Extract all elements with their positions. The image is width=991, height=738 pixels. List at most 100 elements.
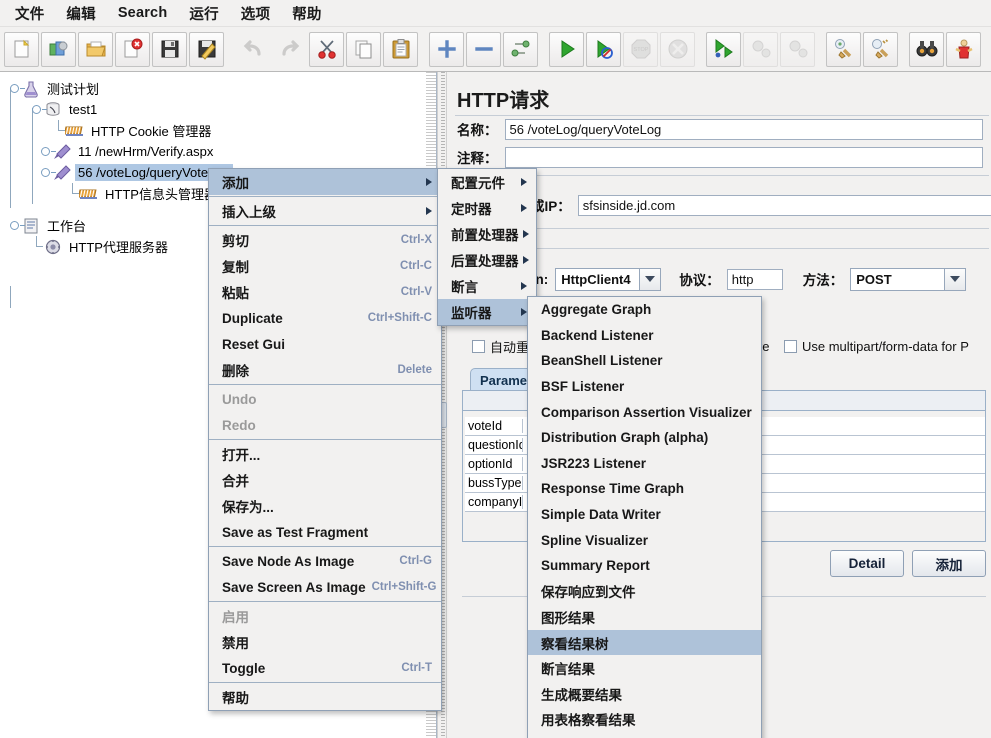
ctx-merge[interactable]: 合并 xyxy=(209,467,441,493)
comment-input[interactable] xyxy=(504,146,983,168)
detail-button[interactable]: Detail xyxy=(830,550,904,577)
add-submenu[interactable]: 配置元件 定时器 前置处理器 后置处理器 断言 监听器 xyxy=(437,168,537,326)
listener-aggregate-graph[interactable]: Aggregate Graph xyxy=(528,297,761,323)
listener-submenu[interactable]: Aggregate Graph Backend Listener BeanShe… xyxy=(527,296,762,738)
listener-beanshell-listener[interactable]: BeanShell Listener xyxy=(528,348,761,374)
implementation-select[interactable]: HttpClient4 xyxy=(555,267,662,291)
ctx-help[interactable]: 帮助 xyxy=(209,684,441,710)
menu-file[interactable]: 文件 xyxy=(4,0,55,28)
start-play-icon[interactable] xyxy=(549,31,584,67)
paste-clipboard-icon[interactable] xyxy=(383,31,418,67)
redo-icon[interactable] xyxy=(272,32,307,67)
server-input[interactable]: sfsinside.jd.com xyxy=(577,194,991,216)
listener-view-results-tree[interactable]: 察看结果树 xyxy=(528,629,761,656)
ctx-save-screen-as-image[interactable]: Save Screen As Image Ctrl+Shift-G xyxy=(209,574,441,600)
shutdown-icon[interactable] xyxy=(660,31,695,67)
chevron-down-icon[interactable] xyxy=(639,268,661,290)
ctx-insert-parent[interactable]: 插入上级 xyxy=(209,198,441,224)
listener-backend-listener[interactable]: Backend Listener xyxy=(528,323,761,349)
multipart-checkbox[interactable] xyxy=(784,339,797,353)
remote-shutdown-icon[interactable] xyxy=(780,31,815,67)
listener-save-responses-to-file[interactable]: 保存响应到文件 xyxy=(528,579,761,605)
listener-graph-results[interactable]: 图形结果 xyxy=(528,604,761,630)
ctx-paste[interactable]: 粘贴 Ctrl-V xyxy=(209,279,441,305)
ctx-undo: Undo xyxy=(222,391,257,407)
listener-mailer-visualizer[interactable]: 邮件观察仪 xyxy=(528,732,761,738)
listener-summary-report[interactable]: Summary Report xyxy=(528,553,761,579)
sub-assertion[interactable]: 断言 xyxy=(438,273,536,299)
tree-expand-handle[interactable] xyxy=(8,82,25,95)
search-reset-icon[interactable] xyxy=(946,31,981,67)
ctx-toggle[interactable]: Toggle Ctrl-T xyxy=(209,655,441,681)
menu-run[interactable]: 运行 xyxy=(178,0,229,28)
ctx-save-as[interactable]: 保存为... xyxy=(209,493,441,519)
toggle-node-icon[interactable] xyxy=(503,31,538,67)
start-no-timers-icon[interactable] xyxy=(586,31,621,67)
templates-icon[interactable] xyxy=(41,31,76,67)
remote-start-icon[interactable] xyxy=(706,31,741,67)
ctx-reset-gui[interactable]: Reset Gui xyxy=(209,331,441,357)
listener-distribution-graph[interactable]: Distribution Graph (alpha) xyxy=(528,425,761,451)
implementation-row: tation: HttpClient4 协议： http 方法： POST xyxy=(507,267,967,291)
menu-help[interactable]: 帮助 xyxy=(281,0,332,28)
listener-bsf-listener[interactable]: BSF Listener xyxy=(528,374,761,400)
close-file-icon[interactable] xyxy=(115,31,150,67)
protocol-input[interactable]: http xyxy=(726,268,783,290)
listener-jsr223-listener[interactable]: JSR223 Listener xyxy=(528,451,761,477)
sub-post-processor[interactable]: 后置处理器 xyxy=(438,247,536,273)
expand-plus-icon[interactable] xyxy=(429,31,464,67)
tree-expand-handle[interactable] xyxy=(39,145,56,158)
auto-redirect-checkbox[interactable] xyxy=(472,339,485,353)
tree-context-menu[interactable]: 添加 插入上级 剪切 Ctrl-X 复制 Ctrl-C 粘贴 Ctrl-V Dupli… xyxy=(208,168,442,711)
listener-spline-visualizer[interactable]: Spline Visualizer xyxy=(528,527,761,553)
undo-icon[interactable] xyxy=(235,32,270,67)
save-icon[interactable] xyxy=(152,31,187,67)
listener-generate-summary-results[interactable]: 生成概要结果 xyxy=(528,681,761,707)
ctx-delete[interactable]: 删除 Delete xyxy=(209,357,441,383)
sub-pre-processor[interactable]: 前置处理器 xyxy=(438,221,536,247)
ctx-open[interactable]: 打开... xyxy=(209,441,441,467)
tree-node-thread-group[interactable]: test1 xyxy=(4,99,436,120)
open-folder-icon[interactable] xyxy=(78,31,113,67)
tree-expand-handle[interactable] xyxy=(8,219,25,232)
ctx-save-node-as-image[interactable]: Save Node As Image Ctrl-G xyxy=(209,548,441,574)
stop-icon[interactable]: STOP xyxy=(623,31,658,67)
menu-options[interactable]: 选项 xyxy=(230,0,281,28)
sub-listener[interactable]: 监听器 xyxy=(438,299,536,325)
ctx-duplicate[interactable]: Duplicate Ctrl+Shift-C xyxy=(209,305,441,331)
sub-timer[interactable]: 定时器 xyxy=(438,195,536,221)
clear-all-icon[interactable] xyxy=(863,31,898,67)
ctx-add[interactable]: 添加 xyxy=(209,169,441,195)
listener-simple-data-writer[interactable]: Simple Data Writer xyxy=(528,502,761,528)
sub-config-element[interactable]: 配置元件 xyxy=(438,169,536,195)
tree-node-sampler-verify[interactable]: 11 /newHrm/Verify.aspx xyxy=(4,141,436,162)
clear-icon[interactable] xyxy=(826,31,861,67)
ctx-save-as-test-fragment[interactable]: Save as Test Fragment xyxy=(209,519,441,545)
tree-node-cookie-manager[interactable]: HTTP Cookie 管理器 xyxy=(4,120,436,141)
chevron-down-icon[interactable] xyxy=(944,268,966,290)
add-button[interactable]: 添加 xyxy=(912,550,986,577)
search-binoculars-icon[interactable] xyxy=(909,31,944,67)
listener-assertion-results[interactable]: 断言结果 xyxy=(528,655,761,681)
ctx-cut[interactable]: 剪切 Ctrl-X xyxy=(209,227,441,253)
listener-comparison-assertion-visualizer[interactable]: Comparison Assertion Visualizer xyxy=(528,399,761,425)
cut-scissors-icon[interactable] xyxy=(309,31,344,67)
menu-search[interactable]: Search xyxy=(107,1,179,25)
listener-response-time-graph[interactable]: Response Time Graph xyxy=(528,476,761,502)
ctx-disable[interactable]: 禁用 xyxy=(209,629,441,655)
new-file-icon[interactable] xyxy=(4,31,39,67)
tree-branch-line xyxy=(30,236,43,257)
tree-expand-handle[interactable] xyxy=(30,103,47,116)
method-select[interactable]: POST xyxy=(850,267,967,291)
menu-edit[interactable]: 编辑 xyxy=(55,0,106,28)
page-title: HTTP请求 xyxy=(457,90,550,112)
save-as-icon[interactable] xyxy=(189,31,224,67)
ctx-copy[interactable]: 复制 Ctrl-C xyxy=(209,253,441,279)
copy-icon[interactable] xyxy=(346,31,381,67)
tree-node-test-plan[interactable]: 测试计划 xyxy=(4,78,436,99)
tree-expand-handle[interactable] xyxy=(39,166,56,179)
remote-stop-icon[interactable] xyxy=(743,31,778,67)
listener-view-results-in-table[interactable]: 用表格察看结果 xyxy=(528,707,761,733)
name-input[interactable]: 56 /voteLog/queryVoteLog xyxy=(504,118,983,140)
collapse-minus-icon[interactable] xyxy=(466,31,501,67)
